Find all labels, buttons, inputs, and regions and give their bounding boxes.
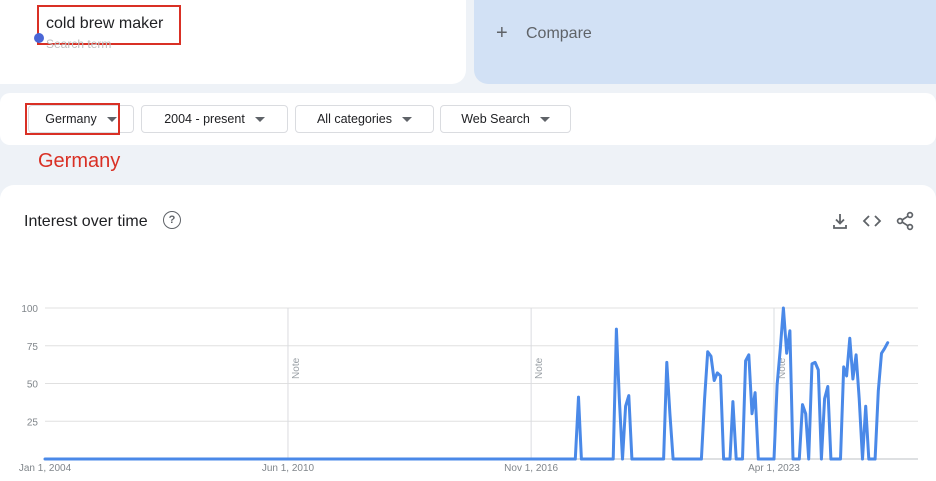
region-highlight-box [25, 103, 120, 135]
y-tick-label: 25 [27, 417, 39, 428]
download-icon[interactable] [830, 211, 850, 231]
compare-label[interactable]: Compare [526, 25, 592, 43]
x-tick-label: Apr 1, 2023 [748, 463, 800, 474]
y-tick-label: 75 [27, 342, 39, 353]
search-property-dropdown[interactable]: Web Search [440, 105, 571, 133]
category-dropdown[interactable]: All categories [295, 105, 434, 133]
search-term-text[interactable]: cold brew maker [46, 15, 163, 33]
plus-icon[interactable]: + [496, 22, 508, 45]
region-annotation: Germany [38, 150, 121, 172]
time-range-value: 2004 - present [164, 112, 245, 126]
search-property-value: Web Search [461, 112, 530, 126]
filter-bar: Germany 2004 - present All categories We… [0, 93, 936, 145]
note-label: Note [534, 357, 545, 379]
x-tick-label: Jan 1, 2004 [19, 463, 72, 474]
chart-title: Interest over time [24, 213, 148, 230]
time-range-dropdown[interactable]: 2004 - present [141, 105, 288, 133]
note-label: Note [291, 357, 302, 379]
search-term-subtitle: Search term [46, 37, 112, 51]
interest-line-chart: 255075100Note Note NoteJan 1, 2004 Jun 1, 2… [19, 304, 918, 474]
category-value: All categories [316, 112, 393, 126]
embed-icon[interactable] [862, 211, 882, 231]
y-tick-label: 100 [21, 304, 38, 315]
y-tick-label: 50 [27, 380, 39, 391]
help-icon[interactable]: ? [163, 211, 181, 229]
caret-down-icon [539, 116, 550, 122]
x-tick-label: Jun 1, 2010 [262, 463, 315, 474]
caret-down-icon [402, 116, 413, 122]
series-color-dot [34, 33, 44, 43]
x-tick-label: Nov 1, 2016 [504, 463, 558, 474]
share-icon[interactable] [895, 211, 915, 231]
caret-down-icon [254, 116, 265, 122]
